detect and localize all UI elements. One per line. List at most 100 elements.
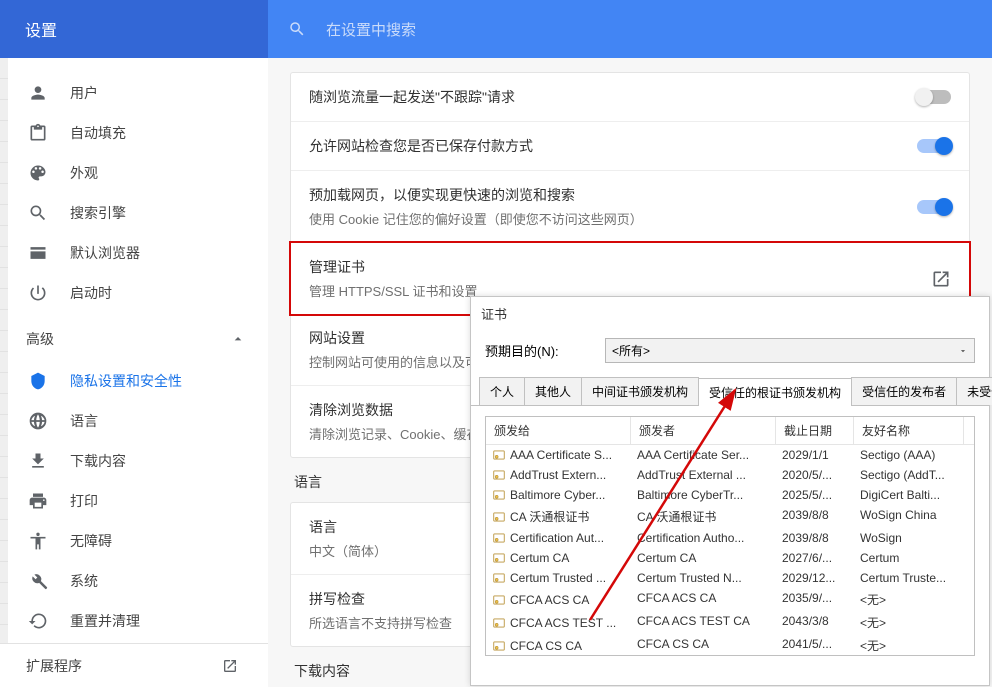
cert-row[interactable]: AAA Certificate S...AAA Certificate Ser.… (486, 445, 974, 465)
sidebar-item-accessibility[interactable]: 无障碍 (0, 521, 268, 561)
sidebar-item-browser[interactable]: 默认浏览器 (0, 233, 268, 273)
row-title: 语言 (309, 517, 387, 537)
cert-purpose-select[interactable]: <所有> (605, 338, 975, 363)
row-subtitle: 控制网站可使用的信息以及可 (309, 352, 478, 371)
cert-column-header[interactable]: 友好名称 (854, 417, 964, 444)
palette-icon (28, 163, 48, 183)
cert-row[interactable]: CA 沃通根证书CA 沃通根证书2039/8/8WoSign China (486, 505, 974, 528)
certificate-icon (492, 468, 506, 482)
cert-purpose-label: 预期目的(N): (485, 341, 605, 360)
sidebar-item-restore[interactable]: 重置并清理 (0, 601, 268, 641)
row-title: 允许网站检查您是否已保存付款方式 (309, 136, 533, 156)
sidebar-item-palette[interactable]: 外观 (0, 153, 268, 193)
certificate-icon (492, 571, 506, 585)
cert-row[interactable]: AddTrust Extern...AddTrust External ...2… (486, 465, 974, 485)
settings-row[interactable]: 预加载网页，以便实现更快速的浏览和搜索使用 Cookie 记住您的偏好设置（即使… (291, 171, 969, 243)
sidebar-item-label: 默认浏览器 (70, 243, 140, 263)
restore-icon (28, 611, 48, 631)
cert-tab[interactable]: 受信任的根证书颁发机构 (698, 378, 852, 406)
toggle-switch[interactable] (917, 139, 951, 153)
row-subtitle: 中文（简体） (309, 541, 387, 560)
cert-row[interactable]: Baltimore Cyber...Baltimore CyberTr...20… (486, 485, 974, 505)
sidebar-item-print[interactable]: 打印 (0, 481, 268, 521)
sidebar-item-label: 启动时 (70, 283, 112, 303)
globe-icon (28, 411, 48, 431)
cert-tab[interactable]: 个人 (479, 377, 525, 405)
cert-tab[interactable]: 未受信任的 (956, 377, 992, 405)
person-icon (28, 83, 48, 103)
sidebar-item-label: 重置并清理 (70, 611, 140, 631)
download-icon (28, 451, 48, 471)
certificate-icon (492, 616, 506, 630)
row-subtitle: 所选语言不支持拼写检查 (309, 613, 452, 632)
cert-dialog-title: 证书 (471, 297, 989, 330)
sidebar-item-globe[interactable]: 语言 (0, 401, 268, 441)
row-title: 拼写检查 (309, 589, 452, 609)
sidebar-item-wrench[interactable]: 系统 (0, 561, 268, 601)
browser-icon (28, 243, 48, 263)
settings-row[interactable]: 允许网站检查您是否已保存付款方式 (291, 122, 969, 171)
row-title: 随浏览流量一起发送"不跟踪"请求 (309, 87, 515, 107)
launch-icon (931, 269, 951, 289)
launch-icon (222, 658, 238, 674)
certificate-icon (492, 488, 506, 502)
toggle-switch[interactable] (917, 90, 951, 104)
sidebar-advanced-label: 高级 (26, 329, 54, 349)
row-subtitle: 使用 Cookie 记住您的偏好设置（即使您不访问这些网页） (309, 209, 643, 228)
sidebar-advanced-header[interactable]: 高级 (0, 317, 268, 361)
sidebar-item-person[interactable]: 用户 (0, 73, 268, 113)
app-title: 设置 (0, 0, 268, 58)
sidebar-item-label: 下载内容 (70, 451, 126, 471)
search-icon (288, 20, 306, 38)
sidebar-item-label: 打印 (70, 491, 98, 511)
cert-row[interactable]: Certum CACertum CA2027/6/...Certum (486, 548, 974, 568)
chevron-up-icon (230, 331, 246, 347)
row-subtitle: 清除浏览记录、Cookie、缓存 (309, 424, 479, 443)
sidebar: 用户自动填充外观搜索引擎默认浏览器启动时 高级 隐私设置和安全性语言下载内容打印… (0, 58, 268, 687)
cert-purpose-value: <所有> (612, 342, 650, 359)
certificates-dialog: 证书 预期目的(N): <所有> 个人其他人中间证书颁发机构受信任的根证书颁发机… (470, 296, 990, 686)
cert-row[interactable]: Certification Aut...Certification Autho.… (486, 528, 974, 548)
certificate-icon (492, 593, 506, 607)
sidebar-item-label: 外观 (70, 163, 98, 183)
sidebar-item-label: 无障碍 (70, 531, 112, 551)
sidebar-extensions-label: 扩展程序 (26, 656, 82, 676)
settings-row[interactable]: 随浏览流量一起发送"不跟踪"请求 (291, 73, 969, 122)
wrench-icon (28, 571, 48, 591)
cert-tab[interactable]: 其他人 (524, 377, 582, 405)
cert-row[interactable]: Certum Trusted ...Certum Trusted N...202… (486, 568, 974, 588)
cert-tab[interactable]: 受信任的发布者 (851, 377, 957, 405)
cert-row[interactable]: CFCA ACS TEST ...CFCA ACS TEST CA2043/3/… (486, 611, 974, 634)
row-subtitle: 管理 HTTPS/SSL 证书和设置 (309, 281, 478, 300)
row-title: 清除浏览数据 (309, 400, 479, 420)
row-title: 网站设置 (309, 328, 478, 348)
row-title: 预加载网页，以便实现更快速的浏览和搜索 (309, 185, 643, 205)
search-icon (28, 203, 48, 223)
cert-tab[interactable]: 中间证书颁发机构 (581, 377, 699, 405)
certificate-icon (492, 639, 506, 653)
sidebar-item-search[interactable]: 搜索引擎 (0, 193, 268, 233)
certificate-icon (492, 551, 506, 565)
certificate-icon (492, 448, 506, 462)
sidebar-item-label: 搜索引擎 (70, 203, 126, 223)
cert-row[interactable]: CFCA ACS CACFCA ACS CA2035/9/...<无> (486, 588, 974, 611)
shield-icon (28, 371, 48, 391)
row-title: 管理证书 (309, 257, 478, 277)
cert-column-header[interactable]: 截止日期 (776, 417, 854, 444)
sidebar-item-clipboard[interactable]: 自动填充 (0, 113, 268, 153)
cert-column-header[interactable]: 颁发给 (486, 417, 631, 444)
sidebar-item-label: 用户 (70, 83, 98, 103)
toggle-switch[interactable] (917, 200, 951, 214)
search-bar[interactable]: 在设置中搜索 (268, 0, 992, 58)
sidebar-item-label: 语言 (70, 411, 98, 431)
clipboard-icon (28, 123, 48, 143)
sidebar-item-power[interactable]: 启动时 (0, 273, 268, 313)
sidebar-extensions[interactable]: 扩展程序 (0, 643, 268, 687)
certificate-icon (492, 510, 506, 524)
window-edge-strip (0, 58, 8, 687)
sidebar-item-shield[interactable]: 隐私设置和安全性 (0, 361, 268, 401)
cert-row[interactable]: CFCA CS CACFCA CS CA2041/5/...<无> (486, 634, 974, 656)
sidebar-item-download[interactable]: 下载内容 (0, 441, 268, 481)
power-icon (28, 283, 48, 303)
cert-column-header[interactable]: 颁发者 (631, 417, 776, 444)
